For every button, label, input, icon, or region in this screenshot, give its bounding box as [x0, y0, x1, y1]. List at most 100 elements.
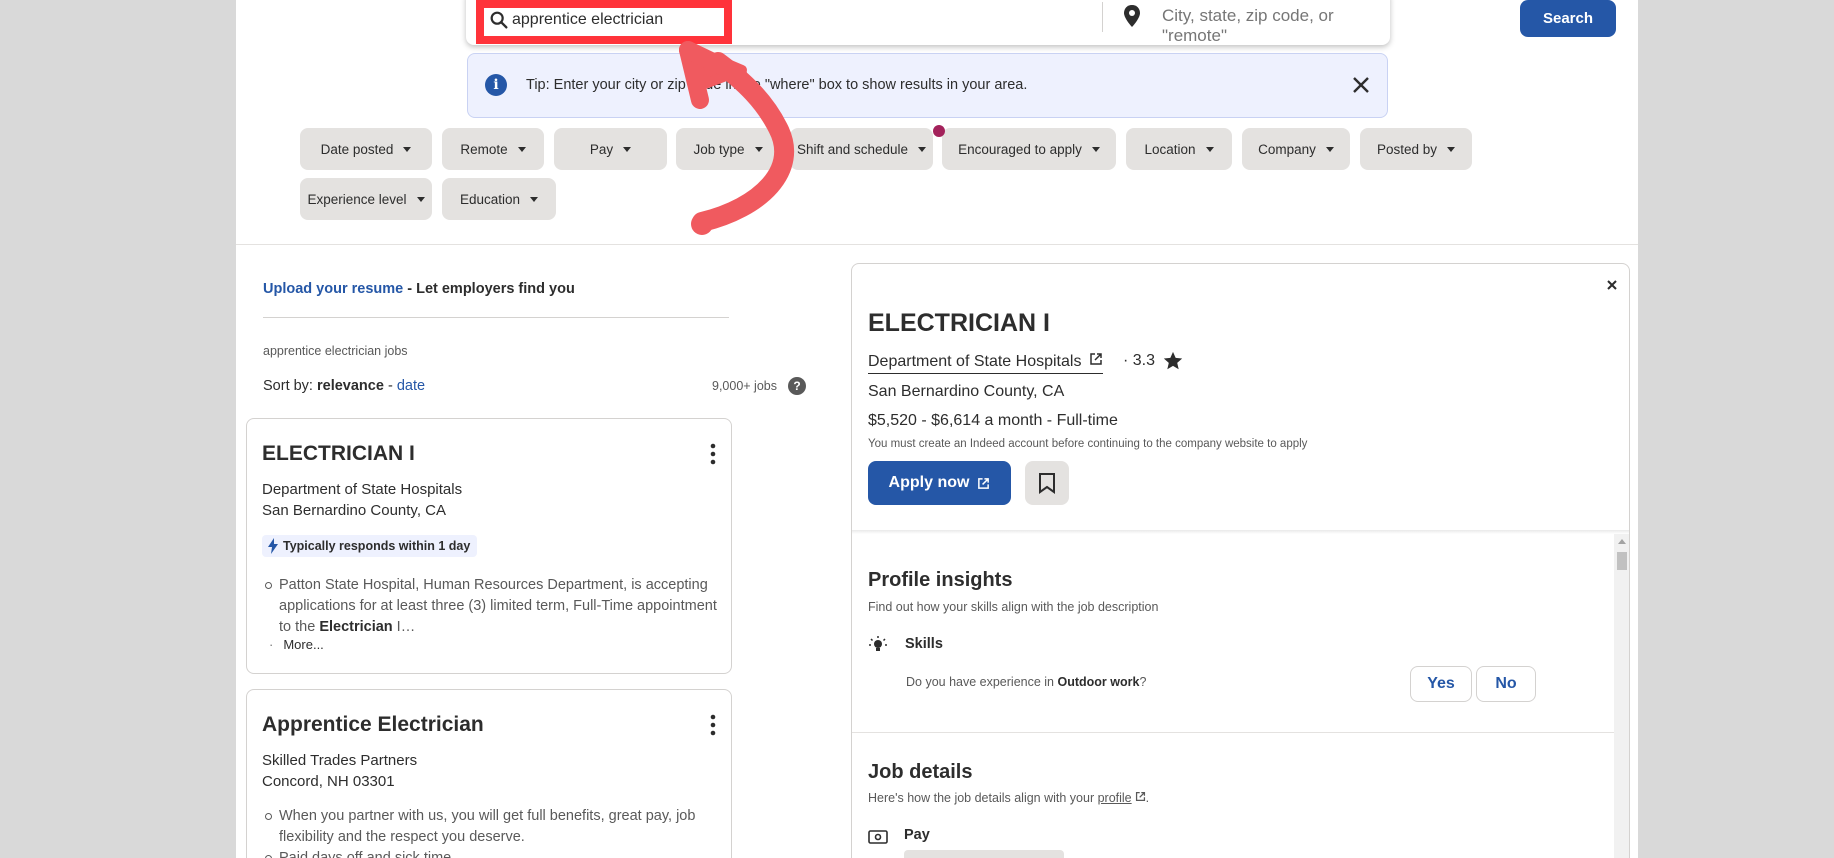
search-button[interactable]: Search [1520, 0, 1616, 37]
sort-date-link[interactable]: date [397, 378, 425, 394]
sort-options: Sort by: relevance - date [263, 378, 425, 394]
company-name: Department of State Hospitals [868, 353, 1082, 370]
pane-header-shadow [852, 530, 1629, 534]
job-detail-pane: ELECTRICIAN I Department of State Hospit… [851, 263, 1630, 858]
filter-shift-and-schedule[interactable]: Shift and schedule [790, 128, 933, 170]
location-tip-banner: i Tip: Enter your city or zip code in th… [467, 53, 1388, 118]
help-icon[interactable]: ? [788, 377, 806, 395]
more-link[interactable]: · More... [269, 637, 324, 652]
job-card-company: Department of State Hospitals [262, 481, 463, 498]
caret-down-icon [530, 196, 539, 202]
profile-link[interactable]: profile [1098, 791, 1132, 805]
job-card-snippet: When you partner with us, you will get f… [265, 806, 721, 848]
job-card-title[interactable]: ELECTRICIAN I [262, 442, 415, 466]
filter-location[interactable]: Location [1126, 128, 1232, 170]
filter-job-type[interactable]: Job type [676, 128, 780, 170]
close-icon[interactable] [1604, 277, 1620, 293]
filter-date-posted[interactable]: Date posted [300, 128, 432, 170]
job-count: 9,000+ jobs [712, 379, 777, 393]
filter-label: Shift and schedule [796, 141, 909, 157]
job-detail-title: ELECTRICIAN I [868, 309, 1050, 337]
caret-down-icon [403, 146, 412, 152]
job-details-sub-end: . [1145, 791, 1150, 805]
job-card-snippet: Paid days off and sick time. [265, 848, 731, 858]
filter-education[interactable]: Education [442, 178, 556, 220]
apply-now-button[interactable]: Apply now [868, 461, 1011, 505]
bookmark-icon [1039, 473, 1055, 494]
info-icon: i [485, 74, 507, 96]
filter-company[interactable]: Company [1242, 128, 1350, 170]
lightning-bolt-icon [268, 538, 278, 554]
badge-label: Typically responds within 1 day [283, 539, 471, 553]
search-divider [1102, 2, 1103, 32]
scroll-up-icon[interactable] [1618, 539, 1626, 544]
external-link-icon [1135, 791, 1145, 802]
job-card-location: San Bernardino County, CA [262, 502, 446, 519]
apply-label: Apply now [888, 474, 970, 491]
what-search-input[interactable]: apprentice electrician [512, 10, 710, 32]
money-icon [868, 830, 888, 844]
job-card-location: Concord, NH 03301 [262, 773, 395, 790]
caret-down-icon [1447, 146, 1456, 152]
company-link[interactable]: Department of State Hospitals [868, 352, 1103, 374]
filter-experience-level[interactable]: Experience level [300, 178, 432, 220]
filter-label: Encouraged to apply [958, 141, 1082, 157]
sort-relevance[interactable]: relevance [317, 378, 384, 394]
more-bullet: · [269, 637, 274, 652]
filter-remote[interactable]: Remote [442, 128, 544, 170]
save-job-button[interactable] [1025, 461, 1069, 505]
question-text: Do you have experience in [906, 675, 1058, 689]
profile-insights-title: Profile insights [868, 569, 1013, 591]
external-link-icon [978, 477, 990, 489]
question-skill: Outdoor work [1057, 675, 1140, 689]
what-search-highlight: apprentice electrician [476, 0, 732, 44]
skill-question: Do you have experience in Outdoor work? [906, 675, 1146, 689]
question-end: ? [1139, 675, 1147, 689]
more-options-icon[interactable] [701, 441, 725, 467]
yes-button[interactable]: Yes [1410, 666, 1472, 702]
filter-pay[interactable]: Pay [554, 128, 667, 170]
profile-insights-subtitle: Find out how your skills align with the … [868, 600, 1159, 614]
snippet-text-end: I… [392, 619, 416, 635]
caret-down-icon [918, 146, 927, 152]
filter-label: Remote [460, 141, 508, 157]
caret-down-icon [517, 146, 526, 152]
left-divider [263, 317, 729, 318]
header-divider [236, 244, 1638, 245]
more-options-icon[interactable] [701, 712, 725, 738]
no-button[interactable]: No [1476, 666, 1536, 702]
new-filter-indicator-dot [933, 125, 945, 137]
filter-encouraged-to-apply[interactable]: Encouraged to apply [942, 128, 1116, 170]
bullet-icon [265, 813, 272, 820]
section-divider [852, 732, 1614, 733]
tip-text: Tip: Enter your city or zip code in the … [526, 77, 1028, 93]
close-icon[interactable] [1346, 70, 1376, 100]
snippet-text: When you partner with us, you will get f… [279, 808, 696, 845]
filter-posted-by[interactable]: Posted by [1360, 128, 1472, 170]
company-rating: · 3.3 [1123, 352, 1156, 369]
job-card[interactable]: Apprentice Electrician Skilled Trades Pa… [246, 689, 732, 858]
skills-label: Skills [905, 636, 943, 652]
bullet-icon [265, 582, 272, 589]
upload-resume-text: - Let employers find you [403, 281, 575, 297]
more-label: More... [283, 637, 324, 652]
search-icon [490, 11, 508, 29]
star-icon [1163, 351, 1183, 370]
caret-down-icon [623, 146, 632, 152]
external-link-icon [1090, 353, 1102, 365]
search-bar: apprentice electrician City, state, zip … [466, 0, 1616, 46]
job-details-subtitle: Here's how the job details align with yo… [868, 791, 1149, 805]
scroll-thumb[interactable] [1617, 552, 1627, 570]
sort-label: Sort by: [263, 378, 317, 394]
detail-scrollbar[interactable] [1614, 534, 1629, 858]
job-card-title[interactable]: Apprentice Electrician [262, 713, 484, 737]
where-search-input[interactable]: City, state, zip code, or "remote" [1162, 6, 1390, 46]
location-pin-icon [1124, 5, 1140, 27]
caret-down-icon [1091, 146, 1100, 152]
pay-label: Pay [904, 827, 930, 843]
upload-resume-link[interactable]: Upload your resume [263, 281, 403, 297]
filter-label: Company [1258, 141, 1316, 157]
upload-resume-prompt: Upload your resume - Let employers find … [263, 281, 575, 297]
caret-down-icon [754, 146, 763, 152]
job-card[interactable]: ELECTRICIAN I Department of State Hospit… [246, 418, 732, 674]
